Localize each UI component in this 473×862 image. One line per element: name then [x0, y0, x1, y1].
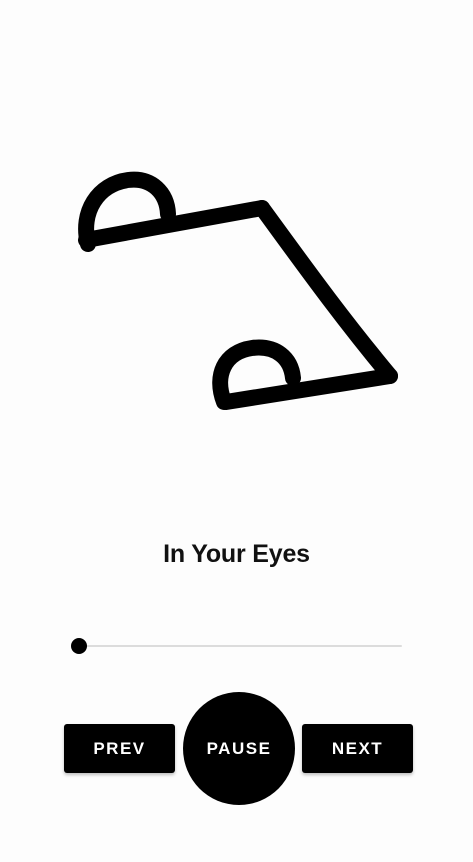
hand-drawn-doodle-artwork-icon [78, 171, 398, 410]
seek-bar[interactable] [70, 636, 402, 656]
track-title: In Your Eyes [163, 540, 310, 568]
seek-track[interactable] [79, 645, 402, 647]
seek-thumb[interactable] [71, 638, 87, 654]
prev-button[interactable]: PREV [64, 724, 175, 773]
next-button[interactable]: NEXT [302, 724, 413, 773]
album-artwork [0, 150, 473, 440]
pause-button[interactable]: PAUSE [183, 692, 295, 805]
playback-controls: PREV PAUSE NEXT [0, 690, 473, 808]
